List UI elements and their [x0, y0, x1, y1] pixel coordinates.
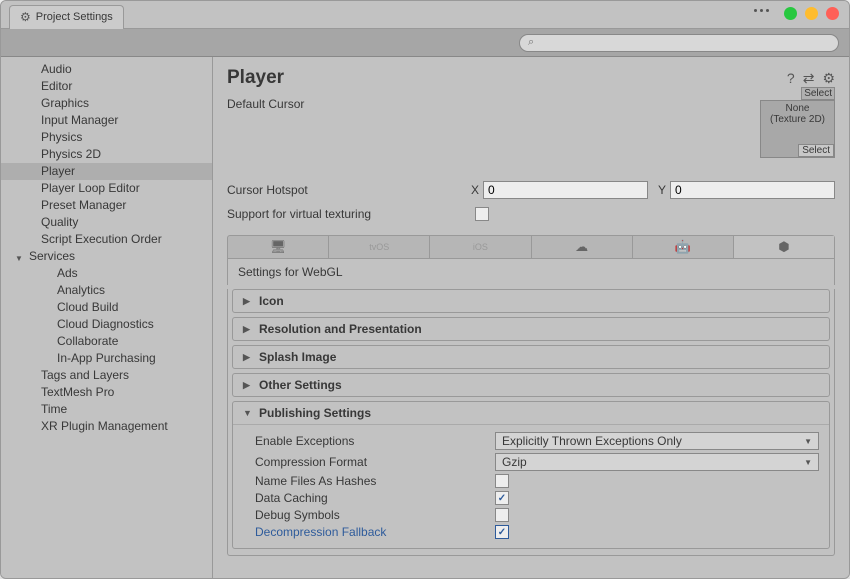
debug-symbols-checkbox[interactable] [495, 508, 509, 522]
titlebar: ⚙ Project Settings [1, 1, 849, 29]
platform-tabs: 🖥 tvOS iOS ☁ 🤖 ⬢ [227, 235, 835, 259]
search-bar: ⌕ [1, 29, 849, 57]
page-title: Player [227, 67, 284, 89]
android-icon: 🤖 [675, 239, 691, 255]
hotspot-y-input[interactable] [670, 181, 835, 199]
enable-exceptions-select[interactable]: Explicitly Thrown Exceptions Only▼ [495, 432, 819, 450]
default-cursor-label: Default Cursor [227, 97, 475, 111]
decompression-fallback-label: Decompression Fallback [255, 525, 495, 539]
platform-tab-ios[interactable]: iOS [430, 236, 531, 258]
name-files-hashes-checkbox[interactable] [495, 474, 509, 488]
sidebar-item-time[interactable]: Time [1, 401, 212, 418]
chevron-down-icon [243, 408, 253, 418]
platform-tab-tvos[interactable]: tvOS [329, 236, 430, 258]
preset-icon[interactable]: ⇄ [803, 70, 815, 87]
sidebar-item-cloud-diagnostics[interactable]: Cloud Diagnostics [1, 316, 212, 333]
chevron-right-icon [243, 380, 253, 391]
platform-tab-android[interactable]: 🤖 [633, 236, 734, 258]
sidebar-item-script-execution-order[interactable]: Script Execution Order [1, 231, 212, 248]
hotspot-y-label: Y [652, 183, 666, 197]
minimize-button[interactable] [784, 7, 797, 20]
section-icon[interactable]: Icon [233, 290, 829, 312]
sidebar-item-services[interactable]: Services [1, 248, 212, 265]
virtual-texturing-label: Support for virtual texturing [227, 207, 475, 221]
sidebar-item-preset-manager[interactable]: Preset Manager [1, 197, 212, 214]
name-files-hashes-label: Name Files As Hashes [255, 474, 495, 488]
cursor-hotspot-label: Cursor Hotspot [227, 183, 465, 197]
sidebar-item-textmesh-pro[interactable]: TextMesh Pro [1, 384, 212, 401]
settings-gear-icon[interactable]: ⚙ [822, 70, 835, 87]
chevron-down-icon: ▼ [804, 458, 812, 467]
sidebar-item-editor[interactable]: Editor [1, 78, 212, 95]
hotspot-x-label: X [465, 183, 479, 197]
sidebar-item-xr-plugin-management[interactable]: XR Plugin Management [1, 418, 212, 435]
section-resolution[interactable]: Resolution and Presentation [233, 318, 829, 340]
section-publishing[interactable]: Publishing Settings [233, 402, 829, 424]
chevron-right-icon [243, 324, 253, 335]
chevron-right-icon [243, 352, 253, 363]
project-settings-window: ⚙ Project Settings ⌕ AudioEditorGraphics… [0, 0, 850, 579]
select-cursor-button[interactable]: Select [798, 144, 834, 157]
sidebar-item-quality[interactable]: Quality [1, 214, 212, 231]
enable-exceptions-label: Enable Exceptions [255, 434, 495, 448]
default-cursor-field[interactable]: None (Texture 2D) Select [760, 100, 835, 158]
ios-icon: iOS [473, 242, 488, 252]
window-title: Project Settings [36, 11, 113, 23]
close-button[interactable] [826, 7, 839, 20]
chevron-down-icon: ▼ [804, 437, 812, 446]
sidebar-item-tags-and-layers[interactable]: Tags and Layers [1, 367, 212, 384]
sidebar-item-in-app-purchasing[interactable]: In-App Purchasing [1, 350, 212, 367]
chevron-right-icon [243, 296, 253, 307]
main-panel: Player ? ⇄ ⚙ Select None (Texture 2D) Se… [213, 57, 849, 578]
select-cursor-top-button[interactable]: Select [801, 87, 835, 100]
platform-tab-desktop[interactable]: 🖥 [228, 236, 329, 258]
section-other[interactable]: Other Settings [233, 374, 829, 396]
data-caching-checkbox[interactable] [495, 491, 509, 505]
sidebar-item-cloud-build[interactable]: Cloud Build [1, 299, 212, 316]
platform-tab-cloud[interactable]: ☁ [532, 236, 633, 258]
debug-symbols-label: Debug Symbols [255, 508, 495, 522]
virtual-texturing-checkbox[interactable] [475, 207, 489, 221]
kebab-menu-icon[interactable] [754, 9, 769, 12]
settings-for-label: Settings for WebGL [227, 259, 835, 285]
sidebar-item-physics-2d[interactable]: Physics 2D [1, 146, 212, 163]
default-cursor-none: None [786, 103, 810, 114]
sidebar-item-ads[interactable]: Ads [1, 265, 212, 282]
default-cursor-type: (Texture 2D) [770, 114, 825, 125]
sidebar-item-input-manager[interactable]: Input Manager [1, 112, 212, 129]
sidebar-item-player-loop-editor[interactable]: Player Loop Editor [1, 180, 212, 197]
gear-icon: ⚙ [20, 10, 31, 24]
platform-tab-webgl[interactable]: ⬢ [734, 236, 834, 258]
hotspot-x-input[interactable] [483, 181, 648, 199]
sidebar-item-physics[interactable]: Physics [1, 129, 212, 146]
help-icon[interactable]: ? [787, 70, 795, 87]
traffic-lights [784, 7, 839, 20]
desktop-icon: 🖥 [270, 239, 287, 255]
sidebar-item-audio[interactable]: Audio [1, 61, 212, 78]
search-input[interactable]: ⌕ [519, 34, 839, 52]
sidebar: AudioEditorGraphicsInput ManagerPhysicsP… [1, 57, 213, 578]
sidebar-item-analytics[interactable]: Analytics [1, 282, 212, 299]
data-caching-label: Data Caching [255, 491, 495, 505]
compression-format-label: Compression Format [255, 455, 495, 469]
html5-icon: ⬢ [778, 239, 789, 255]
maximize-button[interactable] [805, 7, 818, 20]
sidebar-item-graphics[interactable]: Graphics [1, 95, 212, 112]
search-icon: ⌕ [528, 36, 534, 49]
window-tab[interactable]: ⚙ Project Settings [9, 5, 124, 29]
sidebar-item-player[interactable]: Player [1, 163, 212, 180]
compression-format-select[interactable]: Gzip▼ [495, 453, 819, 471]
sidebar-item-collaborate[interactable]: Collaborate [1, 333, 212, 350]
section-splash[interactable]: Splash Image [233, 346, 829, 368]
cloud-icon: ☁ [575, 239, 588, 255]
tvos-icon: tvOS [369, 242, 389, 252]
decompression-fallback-checkbox[interactable] [495, 525, 509, 539]
